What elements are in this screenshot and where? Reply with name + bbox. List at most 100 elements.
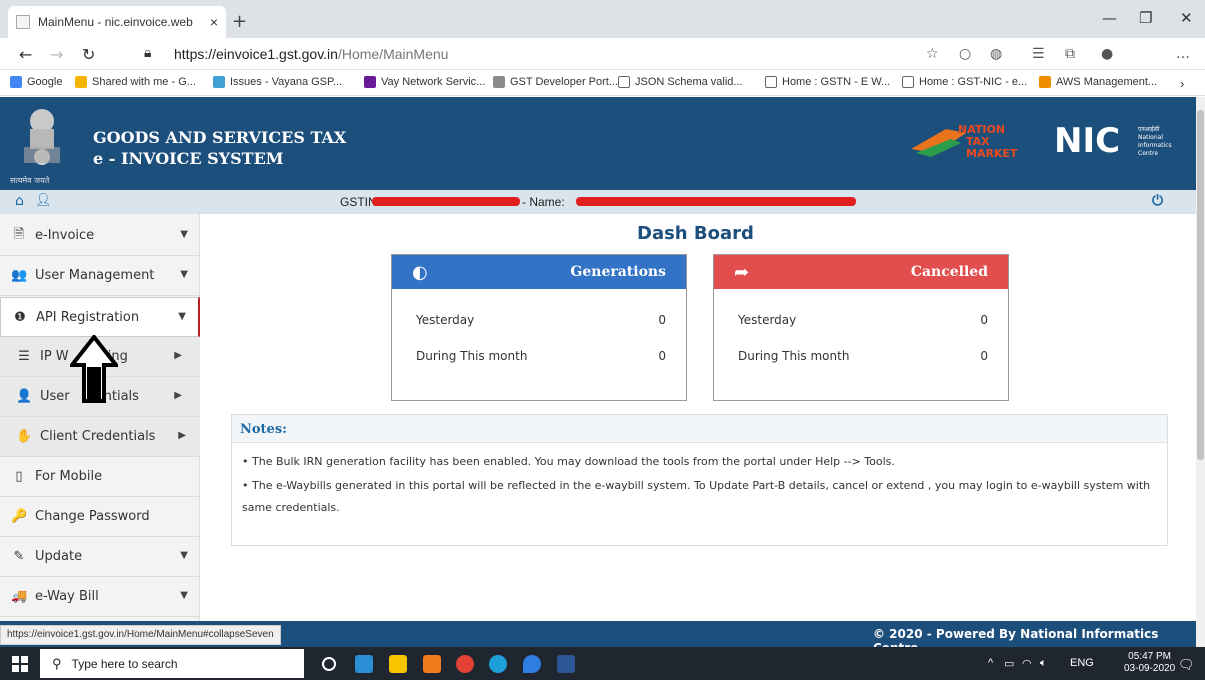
edge-icon[interactable] — [489, 655, 507, 673]
generations-card: ◐ Generations Yesterday 0 During This mo… — [391, 254, 687, 401]
sidebar-item-user-management[interactable]: 👥 User Management ▼ — [0, 256, 200, 296]
search-placeholder: Type here to search — [71, 656, 178, 671]
windows-taskbar: ⚲ Type here to search ^ ▭ ◠ 🔈︎ ENG 05:47… — [0, 647, 1205, 680]
sidebar-item-label: User — [40, 389, 70, 404]
month-value: 0 — [658, 349, 666, 363]
windows-start-icon[interactable] — [12, 656, 28, 672]
more-menu-icon[interactable]: … — [1176, 46, 1190, 62]
bookmarks-bar: Google Shared with me - G... Issues - Va… — [0, 70, 1205, 96]
name-redaction — [576, 197, 856, 206]
bookmark-item[interactable]: Google — [10, 76, 62, 88]
battery-icon[interactable]: ▭ — [1004, 657, 1014, 670]
drive-icon — [75, 76, 87, 88]
bookmark-item[interactable]: JSON Schema valid... — [618, 76, 743, 88]
profile-avatar-icon[interactable]: ● — [1101, 46, 1113, 62]
tray-up-arrow-icon[interactable]: ^ — [988, 657, 993, 669]
bookmarks-overflow-icon[interactable]: › — [1180, 76, 1184, 91]
tab-close-icon[interactable]: × — [210, 14, 218, 30]
note-item: • The Bulk IRN generation facility has b… — [242, 455, 895, 468]
caret-down-icon: ▼ — [180, 229, 188, 240]
gst-icon — [493, 76, 505, 88]
forward-icon[interactable]: → — [50, 45, 63, 64]
bookmark-item[interactable]: Issues - Vayana GSP... — [213, 76, 342, 88]
handshake-icon: ✋ — [16, 429, 33, 444]
cancelled-month-row: During This month 0 — [738, 349, 988, 363]
language-indicator[interactable]: ENG — [1070, 657, 1094, 669]
minimize-icon[interactable]: — — [1102, 9, 1117, 27]
cancelled-card-header: ➦ Cancelled — [714, 255, 1008, 289]
drop-app-icon[interactable] — [523, 655, 541, 673]
month-label: During This month — [738, 349, 850, 363]
caret-right-icon: ▶ — [174, 390, 182, 401]
name-label: - Name: — [522, 195, 565, 209]
tab-title: MainMenu - nic.einvoice.web — [38, 15, 193, 29]
address-bar-row: ← → ↻ 🔒︎ https://einvoice1.gst.gov.in/Ho… — [0, 38, 1205, 70]
cancelled-card: ➦ Cancelled Yesterday 0 During This mont… — [713, 254, 1009, 401]
taskbar-clock[interactable]: 05:47 PM 03-09-2020 — [1124, 651, 1175, 675]
user-icon[interactable]: 👤︎ — [35, 193, 52, 208]
page-icon — [765, 76, 777, 88]
sidebar-item-for-mobile[interactable]: ▯ For Mobile — [0, 457, 200, 497]
sidebar-item-label: Update — [35, 549, 83, 564]
refresh-icon[interactable]: ↻ — [82, 45, 95, 64]
clock-date: 03-09-2020 — [1124, 663, 1176, 674]
sidebar-item-change-password[interactable]: 🔑 Change Password — [0, 497, 200, 537]
google-icon — [10, 76, 22, 88]
extension-icon-2[interactable]: ◍ — [990, 46, 1002, 62]
volume-icon[interactable]: 🔈︎ — [1040, 657, 1047, 670]
sublime-icon[interactable] — [423, 655, 441, 673]
app-taskbar-icon[interactable] — [355, 655, 373, 673]
extension-icon[interactable]: ○ — [959, 46, 971, 62]
bookmark-item[interactable]: AWS Management... — [1039, 76, 1157, 88]
bookmark-item[interactable]: GST Developer Port... — [493, 76, 618, 88]
sidebar-item-e-invoice[interactable]: 🗎 e-Invoice ▼ — [0, 216, 200, 256]
caret-down-icon: ▼ — [180, 269, 188, 280]
generations-card-header: ◐ Generations — [392, 255, 686, 289]
file-icon: 🗎 — [13, 226, 25, 242]
sidebar-item-label: For Mobile — [35, 469, 103, 484]
wifi-icon[interactable]: ◠ — [1022, 657, 1032, 670]
bookmark-item[interactable]: Home : GST-NIC - e... — [902, 76, 1027, 88]
window-close-icon[interactable]: ✕ — [1180, 9, 1193, 27]
svg-text:MARKET: MARKET — [966, 147, 1018, 160]
favorite-star-icon[interactable]: ☆ — [926, 46, 939, 62]
bookmark-item[interactable]: Vay Network Servic... — [364, 76, 485, 88]
logout-power-icon[interactable]: ⏻ — [1152, 193, 1163, 209]
collections-icon[interactable]: ⧉ — [1065, 46, 1075, 62]
aws-icon — [1039, 76, 1051, 88]
sidebar-item-e-way-bill[interactable]: 🚚 e-Way Bill ▼ — [0, 577, 200, 617]
back-icon[interactable]: ← — [19, 45, 32, 64]
sidebar-menu: 🗎 e-Invoice ▼ 👥 User Management ▼ ❶ API … — [0, 214, 200, 626]
bookmark-item[interactable]: Shared with me - G... — [75, 76, 196, 88]
nic-logo: NIC एनआईसी National Informatics Centre — [1054, 121, 1172, 159]
cancelled-yesterday-row: Yesterday 0 — [738, 313, 988, 327]
cortana-icon[interactable] — [322, 657, 336, 671]
browser-tab[interactable]: MainMenu - nic.einvoice.web × — [8, 6, 226, 38]
notifications-icon[interactable]: 🗨︎ — [1178, 657, 1195, 673]
restore-icon[interactable]: ❐ — [1139, 9, 1152, 27]
url-field[interactable]: https://einvoice1.gst.gov.in/Home/MainMe… — [174, 46, 448, 62]
site-title: GOODS AND SERVICES TAX — [93, 128, 347, 147]
favorites-list-icon[interactable]: ☰ — [1032, 46, 1045, 62]
new-tab-button[interactable]: + — [232, 11, 247, 32]
api-icon: ❶ — [14, 309, 26, 325]
generations-label: Generations — [570, 264, 666, 280]
nation-tax-market-logo: NATION TAX MARKET — [911, 123, 1018, 160]
caret-right-icon: ▶ — [178, 430, 186, 441]
sidebar-item-update[interactable]: ✎ Update ▼ — [0, 537, 200, 577]
yesterday-label: Yesterday — [738, 313, 797, 327]
sidebar-item-client-credentials[interactable]: ✋ Client Credentials ▶ — [0, 417, 200, 457]
page-icon — [618, 76, 630, 88]
scrollbar-thumb[interactable] — [1197, 110, 1204, 460]
sticky-notes-icon[interactable] — [389, 655, 407, 673]
yesterday-label: Yesterday — [416, 313, 475, 327]
taskbar-search-input[interactable]: ⚲ Type here to search — [40, 649, 304, 678]
sidebar-item-label: e-Invoice — [35, 228, 95, 243]
sidebar-item-label: Client Credentials — [40, 429, 156, 444]
bookmark-item[interactable]: Home : GSTN - E W... — [765, 76, 890, 88]
chrome-icon[interactable] — [456, 655, 474, 673]
word-icon[interactable] — [557, 655, 575, 673]
edit-icon: ✎ — [13, 549, 25, 564]
sidebar-item-api-registration[interactable]: ❶ API Registration ▼ — [0, 297, 200, 337]
home-icon[interactable]: ⌂ — [15, 193, 24, 209]
